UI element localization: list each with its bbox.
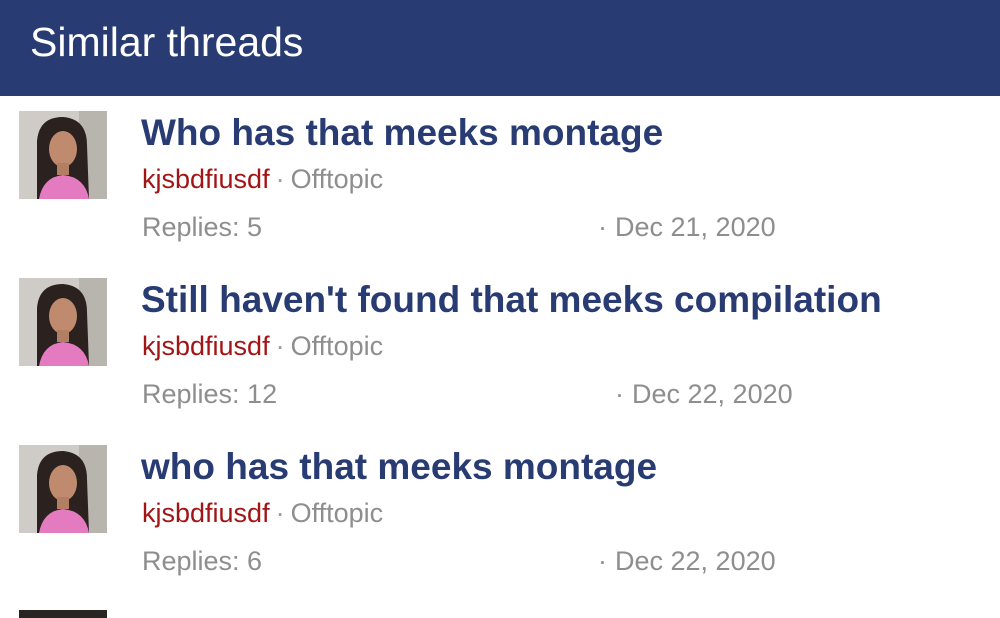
avatar-image: [19, 111, 107, 199]
meta-separator: ·: [275, 164, 285, 194]
thread-title-link[interactable]: who has that meeks montage: [141, 445, 657, 489]
thread-meta: kjsbdfiusdf · Offtopic: [142, 330, 383, 362]
reply-count: Replies: 6: [142, 546, 263, 576]
thread-title-link[interactable]: Still haven't found that meeks compilati…: [141, 278, 882, 322]
date-text: Dec 21, 2020: [615, 212, 776, 242]
date-text: Dec 22, 2020: [615, 546, 776, 576]
date-text: Dec 22, 2020: [632, 379, 793, 409]
thread-item[interactable]: Still haven't found that meeks compilati…: [0, 278, 1000, 438]
thread-date: · Dec 22, 2020: [615, 378, 793, 410]
thread-item[interactable]: Who has that meeks montage kjsbdfiusdf · O…: [0, 111, 1000, 271]
date-separator: ·: [615, 379, 624, 409]
user-avatar[interactable]: [19, 278, 107, 366]
author-link[interactable]: kjsbdfiusdf: [142, 164, 270, 194]
thread-title-link[interactable]: Who has that meeks montage: [141, 111, 663, 155]
date-separator: ·: [598, 212, 607, 242]
author-link[interactable]: kjsbdfiusdf: [142, 331, 270, 361]
forum-link[interactable]: Offtopic: [291, 498, 384, 528]
reply-count: Replies: 5: [142, 212, 263, 242]
thread-meta: kjsbdfiusdf · Offtopic: [142, 163, 383, 195]
user-avatar[interactable]: [19, 111, 107, 199]
user-avatar-partial[interactable]: [19, 610, 107, 618]
section-title: Similar threads: [30, 19, 304, 65]
author-link[interactable]: kjsbdfiusdf: [142, 498, 270, 528]
date-separator: ·: [598, 546, 607, 576]
user-avatar[interactable]: [19, 445, 107, 533]
forum-link[interactable]: Offtopic: [291, 331, 384, 361]
thread-meta: kjsbdfiusdf · Offtopic: [142, 497, 383, 529]
meta-separator: ·: [275, 331, 285, 361]
reply-count: Replies: 12: [142, 379, 278, 409]
avatar-image: [19, 278, 107, 366]
thread-item[interactable]: who has that meeks montage kjsbdfiusdf · O…: [0, 445, 1000, 605]
avatar-image: [19, 445, 107, 533]
thread-date: · Dec 22, 2020: [598, 545, 776, 577]
thread-date: · Dec 21, 2020: [598, 211, 776, 243]
meta-separator: ·: [275, 498, 285, 528]
forum-link[interactable]: Offtopic: [291, 164, 384, 194]
section-header: Similar threads: [0, 0, 1000, 96]
